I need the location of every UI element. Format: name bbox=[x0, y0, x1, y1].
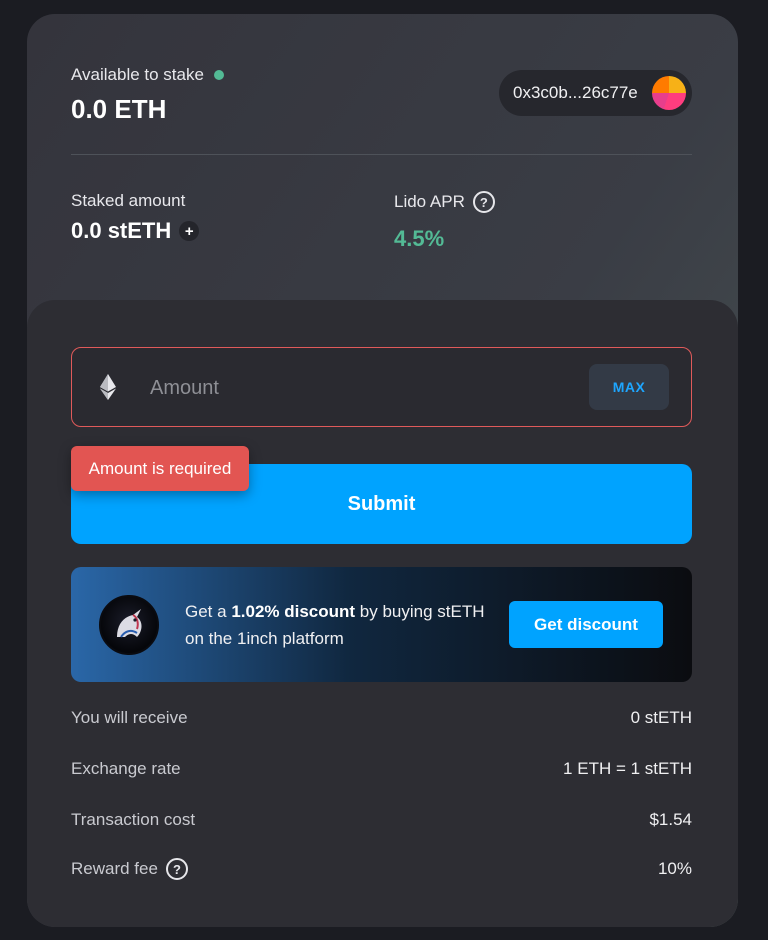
wallet-avatar-icon bbox=[652, 76, 686, 110]
oneinch-unicorn-logo-icon bbox=[99, 595, 159, 655]
stake-form-panel: MAX Submit Amount is required Get a 1.02… bbox=[27, 300, 738, 927]
promo-text: Get a 1.02% discount by buying stETH on … bbox=[185, 598, 485, 652]
status-dot-icon bbox=[213, 70, 224, 80]
reward-fee-label-group: Reward fee ? bbox=[71, 858, 188, 880]
info-row-exchange-rate: Exchange rate 1 ETH = 1 stETH bbox=[71, 759, 692, 779]
discount-promo-banner: Get a 1.02% discount by buying stETH on … bbox=[71, 567, 692, 682]
ethereum-icon bbox=[100, 374, 116, 405]
divider bbox=[71, 154, 692, 155]
receive-value: 0 stETH bbox=[630, 708, 692, 727]
lido-apr-label: Lido APR bbox=[394, 192, 465, 211]
available-to-stake-label: Available to stake bbox=[71, 65, 204, 84]
promo-text-bold: 1.02% discount bbox=[231, 602, 356, 621]
exchange-rate-label: Exchange rate bbox=[71, 759, 181, 778]
get-discount-button[interactable]: Get discount bbox=[509, 601, 663, 648]
amount-field-container: MAX bbox=[71, 347, 692, 427]
staked-amount-value: 0.0 stETH bbox=[71, 218, 172, 243]
exchange-rate-value: 1 ETH = 1 stETH bbox=[563, 759, 692, 778]
lido-apr-value: 4.5% bbox=[394, 226, 445, 251]
wallet-address: 0x3c0b...26c77e bbox=[513, 83, 638, 102]
transaction-cost-value: $1.54 bbox=[649, 810, 692, 829]
wallet-address-button[interactable]: 0x3c0b...26c77e bbox=[499, 70, 692, 116]
info-row-receive: You will receive 0 stETH bbox=[71, 708, 692, 728]
info-row-transaction-cost: Transaction cost $1.54 bbox=[71, 810, 692, 830]
help-question-icon[interactable]: ? bbox=[165, 858, 188, 880]
help-question-icon[interactable]: ? bbox=[472, 191, 495, 213]
max-button[interactable]: MAX bbox=[589, 364, 669, 410]
transaction-cost-label: Transaction cost bbox=[71, 810, 196, 829]
staked-amount-label: Staked amount bbox=[71, 191, 186, 210]
add-token-plus-icon[interactable]: + bbox=[179, 221, 200, 241]
staked-amount-group: 0.0 stETH + bbox=[71, 218, 200, 244]
reward-fee-value: 10% bbox=[657, 859, 692, 878]
receive-label: You will receive bbox=[71, 708, 188, 727]
available-label-group: Available to stake bbox=[71, 65, 224, 85]
amount-error-tooltip: Amount is required bbox=[71, 446, 249, 491]
promo-text-prefix: Get a bbox=[185, 602, 232, 621]
available-to-stake-value: 0.0 ETH bbox=[71, 94, 167, 124]
staking-card: Available to stake 0.0 ETH 0x3c0b...26c7… bbox=[27, 14, 738, 927]
amount-input[interactable] bbox=[150, 372, 570, 404]
reward-fee-label: Reward fee bbox=[71, 859, 158, 878]
apr-label-group: Lido APR ? bbox=[394, 191, 495, 213]
info-row-reward-fee: Reward fee ? 10% bbox=[71, 858, 692, 880]
